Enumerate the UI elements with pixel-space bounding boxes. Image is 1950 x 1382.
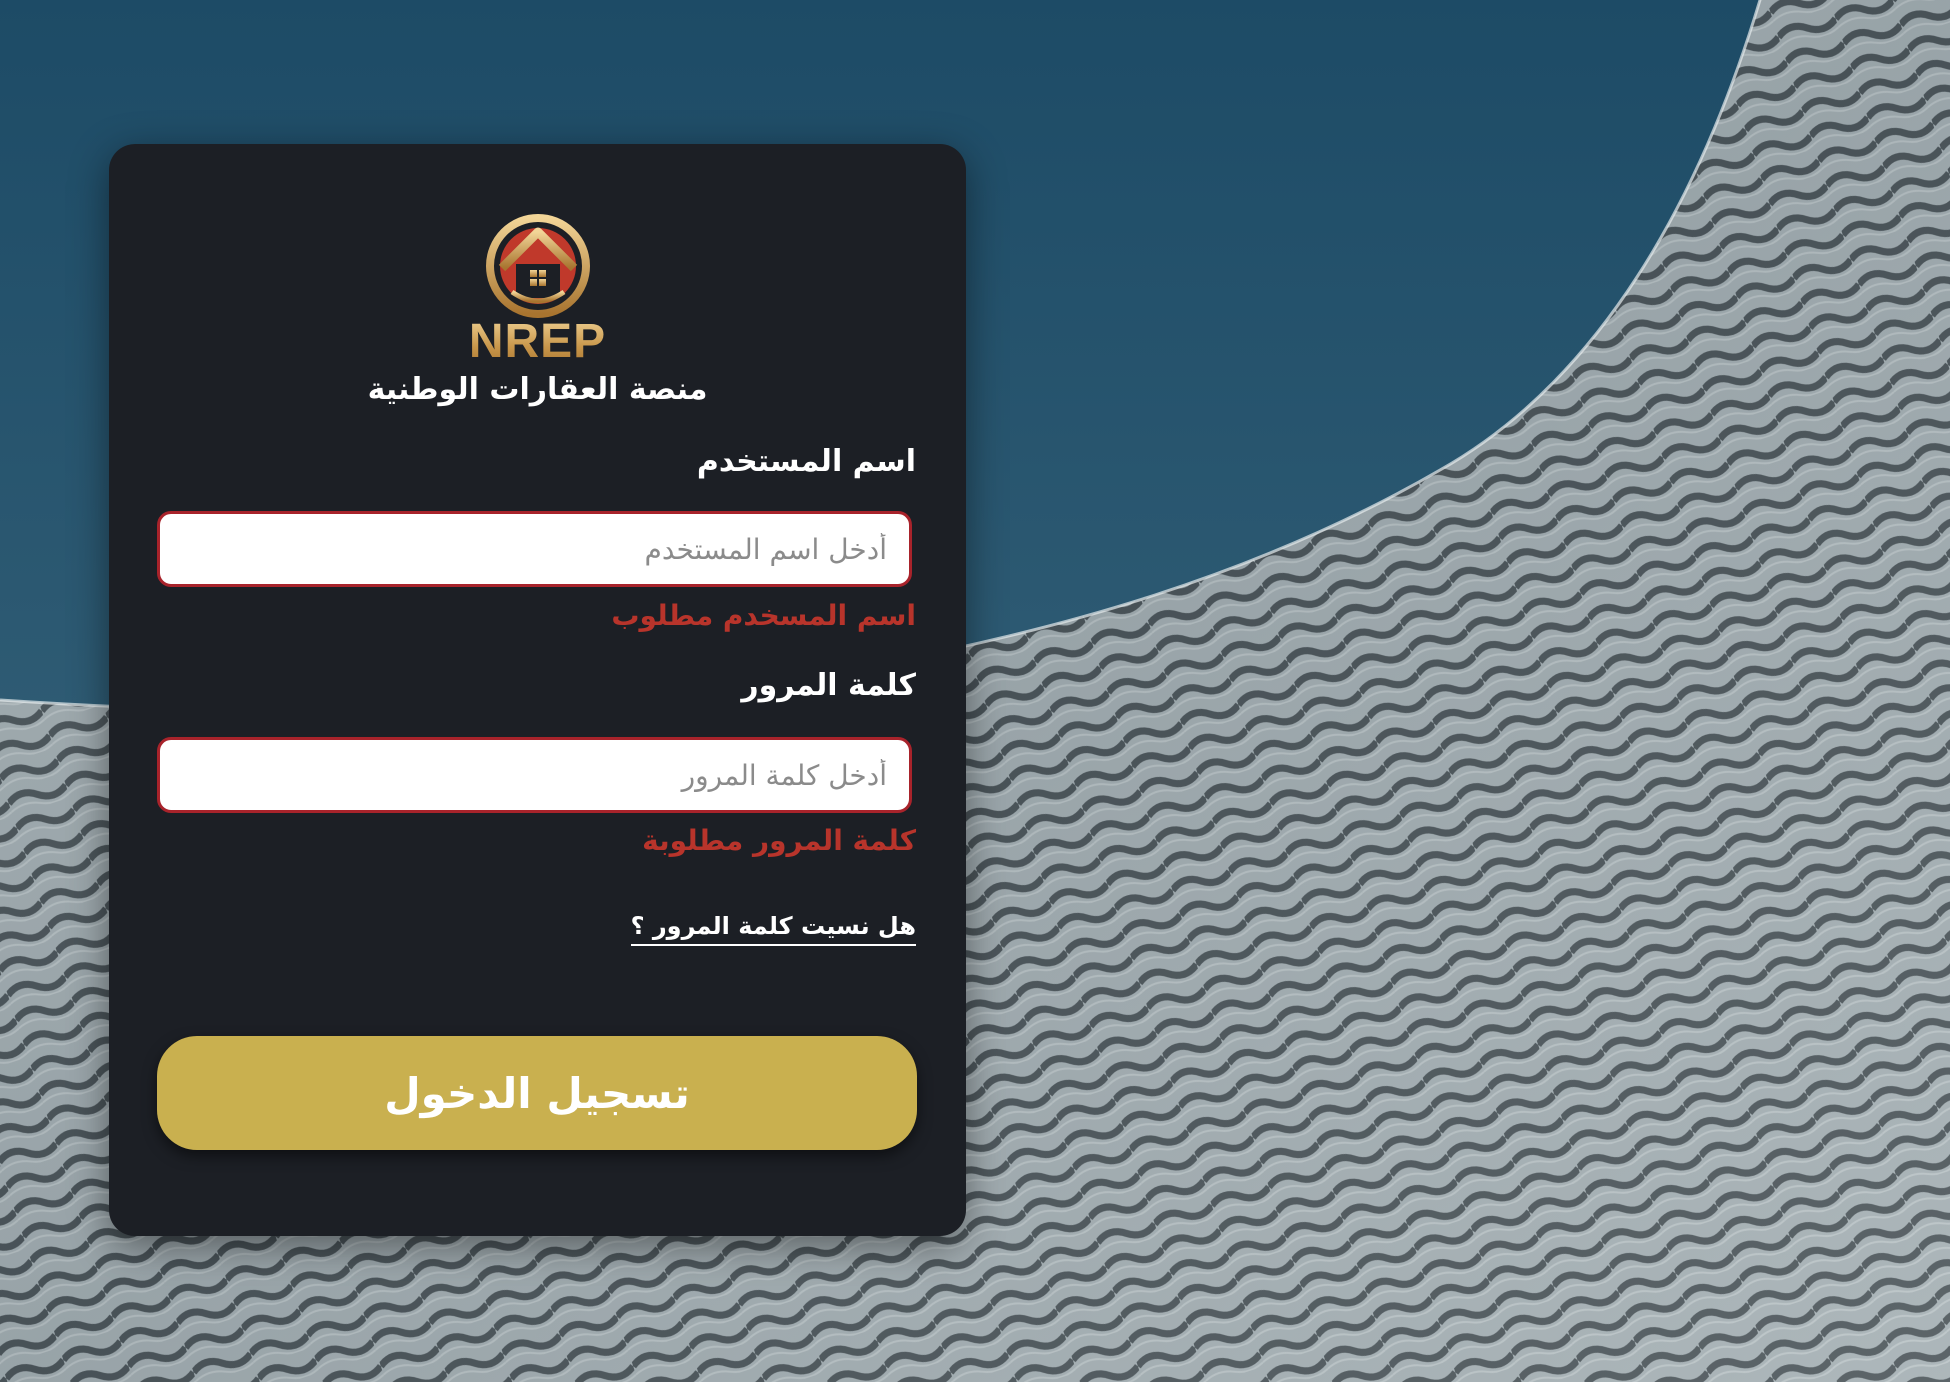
password-error: كلمة المرور مطلوبة xyxy=(642,824,916,857)
password-input[interactable] xyxy=(157,737,912,813)
login-button[interactable]: تسجيل الدخول xyxy=(157,1036,917,1150)
forgot-password-link[interactable]: هل نسيت كلمة المرور ؟ xyxy=(630,912,916,946)
login-card: NREP منصة العقارات الوطنية اسم المستخدم … xyxy=(109,144,966,1236)
house-in-circle-logo-icon xyxy=(486,214,590,318)
password-label: كلمة المرور xyxy=(741,668,916,703)
username-error: اسم المسخدم مطلوب xyxy=(611,599,916,632)
username-input[interactable] xyxy=(157,511,912,587)
platform-name: منصة العقارات الوطنية xyxy=(367,372,708,407)
login-page: NREP منصة العقارات الوطنية اسم المستخدم … xyxy=(0,0,1950,1382)
username-label: اسم المستخدم xyxy=(696,444,916,479)
brand-logo-text: NREP xyxy=(109,314,966,369)
